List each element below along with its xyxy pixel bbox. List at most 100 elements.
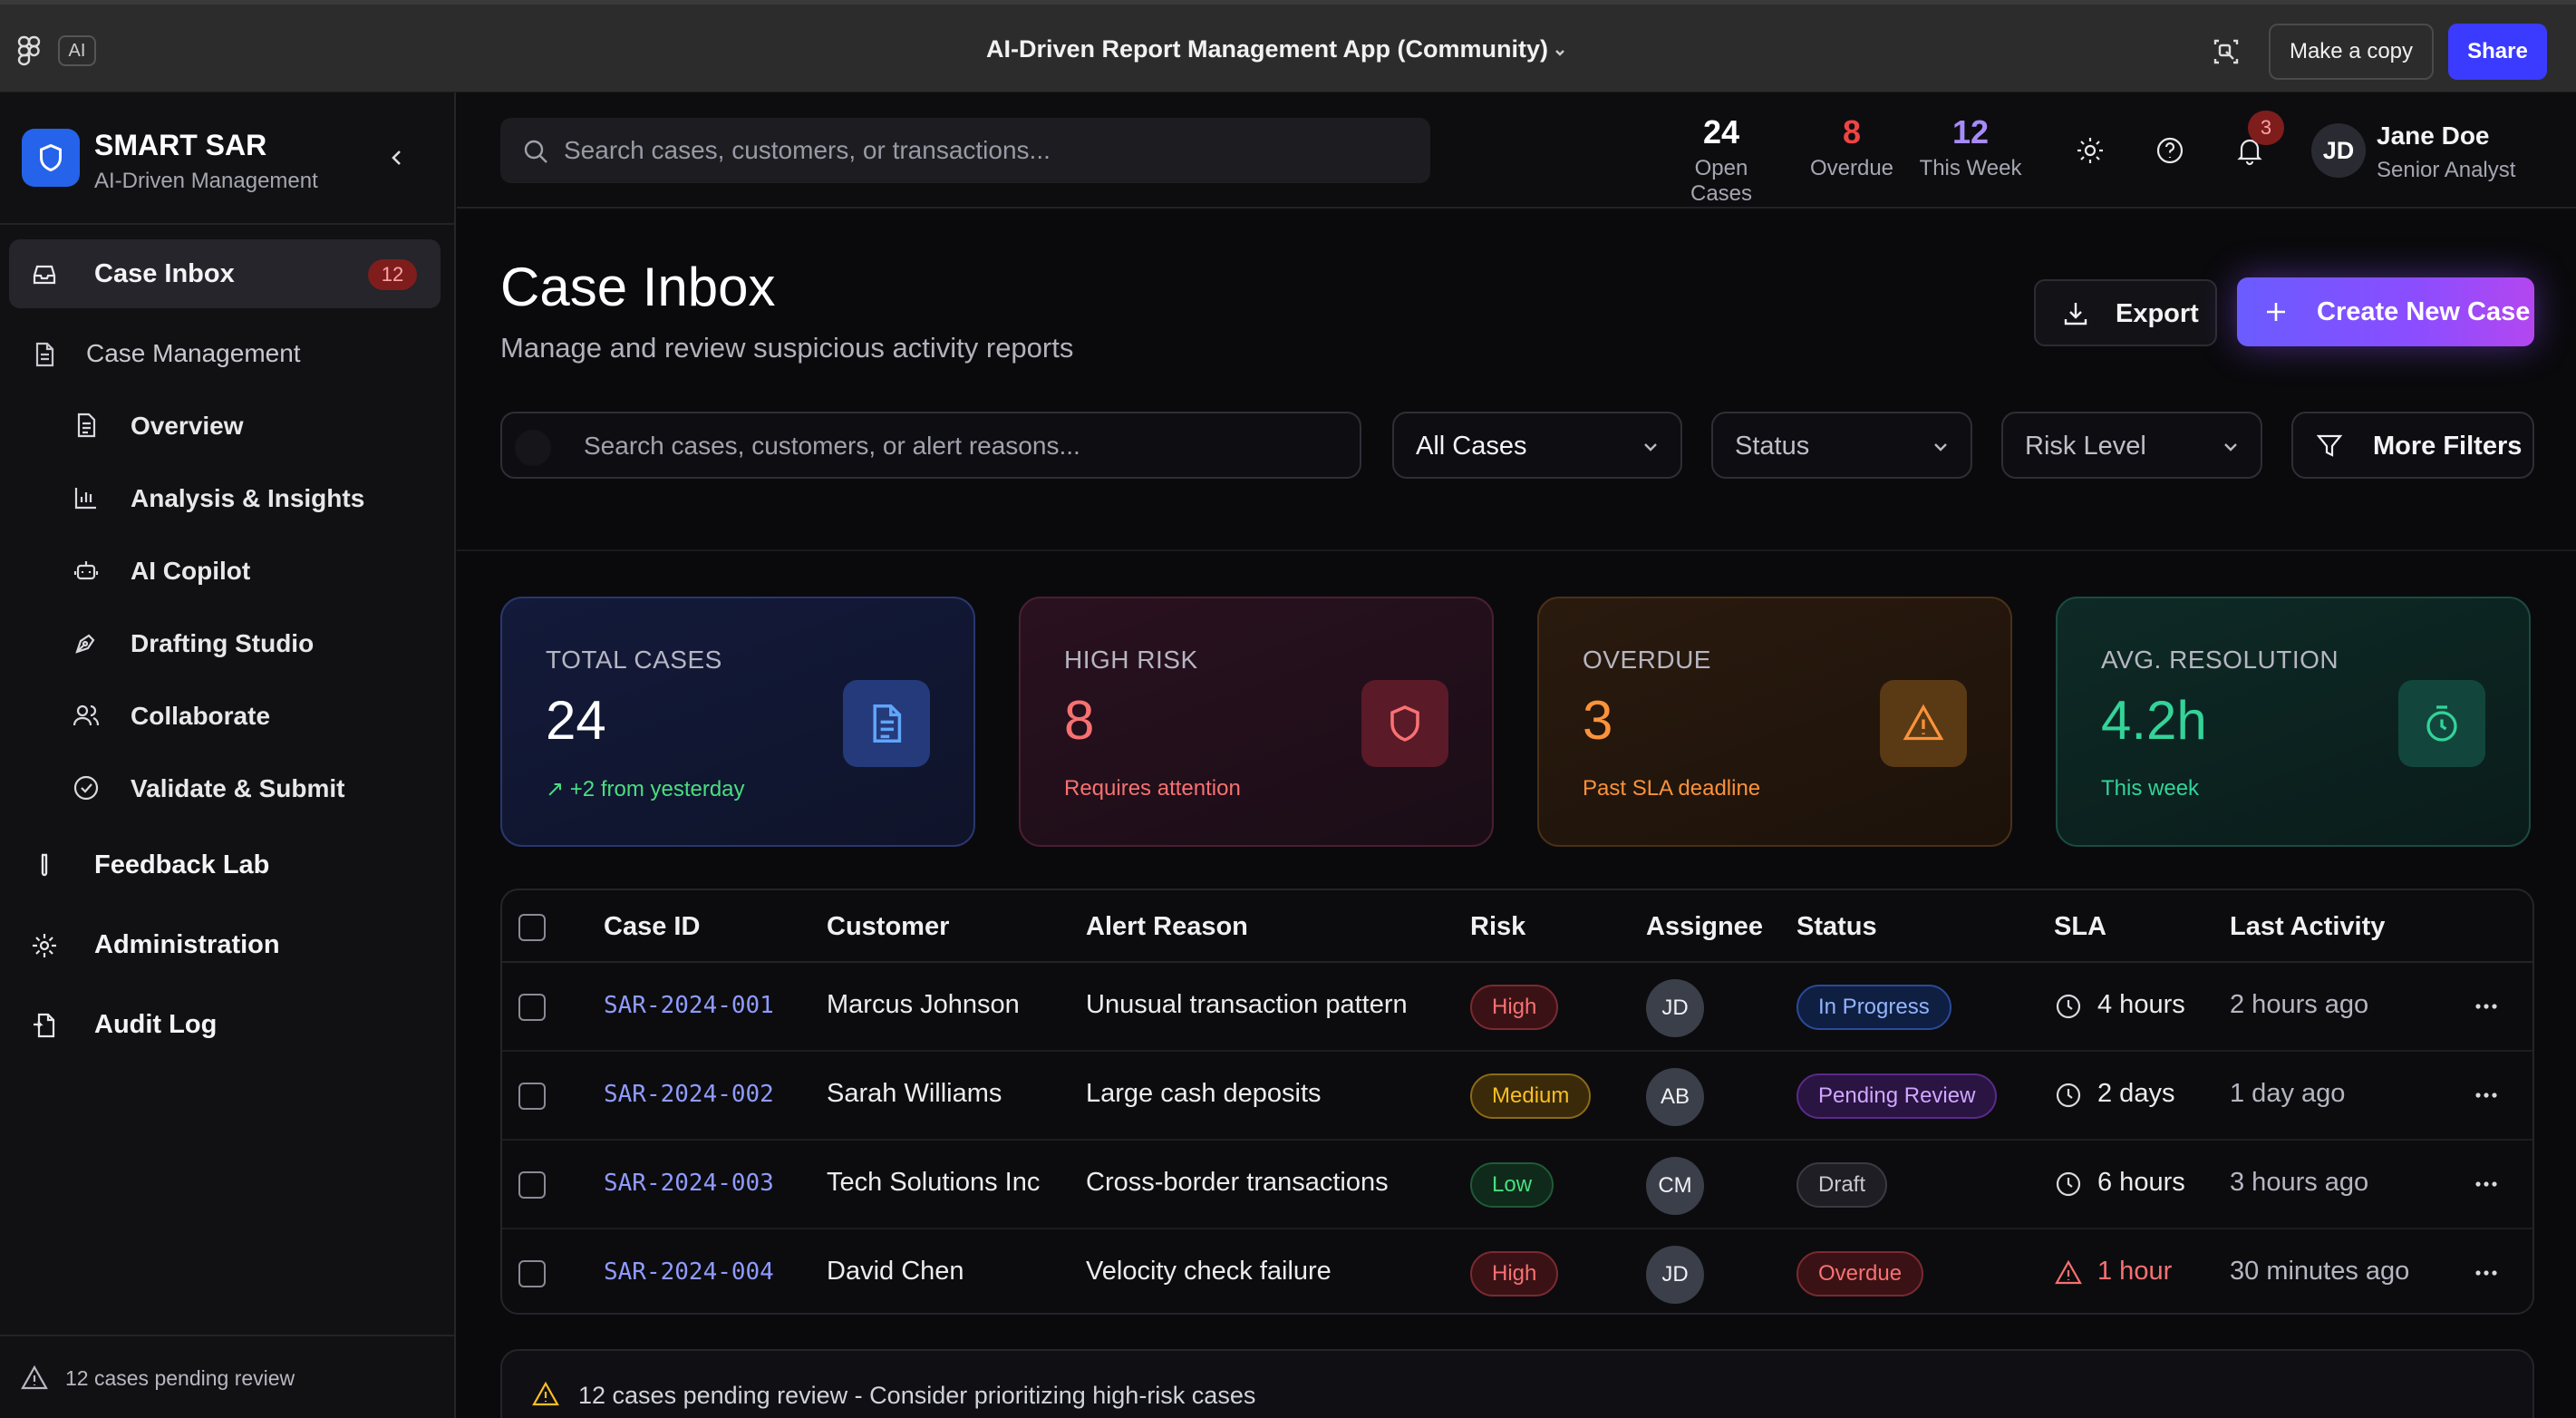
more-filters-button[interactable]: More Filters <box>2291 412 2534 479</box>
kpi-label: AVG. RESOLUTION <box>2101 646 2339 674</box>
kpi-label: HIGH RISK <box>1064 646 1198 674</box>
share-button[interactable]: Share <box>2448 24 2547 80</box>
case-id-link[interactable]: SAR-2024-004 <box>604 1258 774 1286</box>
sidebar-item-label: Overview <box>131 412 244 440</box>
sidebar-item-ai-copilot[interactable]: AI Copilot <box>54 539 435 602</box>
row-checkbox[interactable] <box>518 1083 546 1110</box>
case-id-link[interactable]: SAR-2024-003 <box>604 1170 774 1197</box>
col-status[interactable]: Status <box>1796 912 1877 942</box>
select-all-checkbox[interactable] <box>518 914 546 941</box>
case-id-link[interactable]: SAR-2024-001 <box>604 992 774 1019</box>
export-button[interactable]: Export <box>2034 279 2217 346</box>
customer-name: Marcus Johnson <box>827 990 1020 1019</box>
kpi-value: 8 <box>1064 690 1095 751</box>
table-row[interactable]: SAR-2024-003 Tech Solutions Inc Cross-bo… <box>502 1141 2532 1229</box>
risk-badge: Low <box>1470 1162 1554 1208</box>
table-row[interactable]: SAR-2024-004 David Chen Velocity check f… <box>502 1229 2532 1318</box>
make-copy-button[interactable]: Make a copy <box>2269 24 2434 80</box>
stat-label: Open Cases <box>1690 156 1753 206</box>
status-filter-select[interactable]: Status <box>1711 412 1972 479</box>
select-value: Risk Level <box>2025 432 2146 461</box>
create-new-case-button[interactable]: Create New Case <box>2237 277 2534 346</box>
sidebar-item-audit-log[interactable]: Audit Log <box>9 990 441 1059</box>
global-search[interactable] <box>500 118 1430 183</box>
row-checkbox[interactable] <box>518 1171 546 1199</box>
chevron-down-icon <box>1644 443 1657 452</box>
kpi-note-text: +2 from yesterday <box>569 777 745 801</box>
alert-reason: Velocity check failure <box>1086 1257 1332 1286</box>
sidebar-item-analysis[interactable]: Analysis & Insights <box>54 466 435 529</box>
document-icon <box>35 342 54 367</box>
user-name[interactable]: Jane Doe <box>2377 121 2490 151</box>
stat-this-week: 12 This Week <box>1916 114 2025 181</box>
sidebar-item-drafting-studio[interactable]: Drafting Studio <box>54 611 435 675</box>
file-log-icon <box>34 1013 55 1038</box>
sidebar-item-case-management[interactable]: Case Management <box>9 319 441 388</box>
warning-icon <box>1903 704 1944 741</box>
col-risk[interactable]: Risk <box>1470 912 1525 942</box>
select-value: All Cases <box>1416 432 1527 461</box>
sidebar-item-administration[interactable]: Administration <box>9 910 441 979</box>
test-tube-icon <box>41 853 48 877</box>
last-activity: 30 minutes ago <box>2230 1257 2410 1286</box>
shield-icon <box>40 143 62 172</box>
file-title[interactable]: AI-Driven Report Management App (Communi… <box>986 35 1548 63</box>
sla-value: 2 days <box>2097 1079 2175 1108</box>
avatar[interactable]: JD <box>2311 123 2366 178</box>
export-label: Export <box>2116 299 2199 328</box>
top-header: 24 Open Cases 8 Overdue 12 This Week 3 J… <box>457 92 2576 209</box>
sidebar-item-label: Audit Log <box>94 1010 218 1039</box>
kpi-overdue: OVERDUE 3 Past SLA deadline <box>1537 597 2012 847</box>
col-alert-reason[interactable]: Alert Reason <box>1086 912 1248 942</box>
col-sla[interactable]: SLA <box>2054 912 2106 942</box>
sidebar-item-case-inbox[interactable]: Case Inbox 12 <box>9 239 441 308</box>
case-search-input[interactable] <box>584 413 1345 479</box>
present-mode-icon[interactable] <box>2210 35 2242 68</box>
sun-icon[interactable] <box>2074 134 2106 167</box>
last-activity: 2 hours ago <box>2230 990 2369 1019</box>
case-search[interactable] <box>500 412 1361 479</box>
kpi-high-risk: HIGH RISK 8 Requires attention <box>1019 597 1494 847</box>
user-role: Senior Analyst <box>2377 158 2516 182</box>
sidebar-item-feedback-lab[interactable]: Feedback Lab <box>9 830 441 899</box>
col-last-activity[interactable]: Last Activity <box>2230 912 2385 942</box>
sidebar-item-validate-submit[interactable]: Validate & Submit <box>54 756 435 820</box>
table-row[interactable]: SAR-2024-002 Sarah Williams Large cash d… <box>502 1052 2532 1141</box>
last-activity: 3 hours ago <box>2230 1168 2369 1197</box>
more-options-icon[interactable] <box>2473 1177 2500 1191</box>
chevron-down-icon[interactable] <box>1552 44 1568 61</box>
figma-logo-icon[interactable] <box>16 35 42 68</box>
status-badge: In Progress <box>1796 985 1951 1030</box>
kpi-note: Requires attention <box>1064 776 1241 801</box>
kpi-value: 24 <box>546 690 606 751</box>
sidebar-item-collaborate[interactable]: Collaborate <box>54 684 435 747</box>
pen-icon <box>75 634 95 654</box>
collapse-sidebar-icon[interactable] <box>384 145 410 170</box>
alert-reason: Cross-border transactions <box>1086 1168 1389 1197</box>
case-id-link[interactable]: SAR-2024-002 <box>604 1081 774 1108</box>
kpi-value: 3 <box>1583 690 1613 751</box>
table-row[interactable]: SAR-2024-001 Marcus Johnson Unusual tran… <box>502 963 2532 1052</box>
more-options-icon[interactable] <box>2473 999 2500 1014</box>
sidebar-item-overview[interactable]: Overview <box>54 393 435 457</box>
col-customer[interactable]: Customer <box>827 912 949 942</box>
row-checkbox[interactable] <box>518 1260 546 1287</box>
col-assignee[interactable]: Assignee <box>1646 912 1763 942</box>
chevron-down-icon <box>1934 443 1947 452</box>
sla-value: 4 hours <box>2097 990 2185 1019</box>
more-filters-label: More Filters <box>2373 432 2523 461</box>
row-checkbox[interactable] <box>518 994 546 1021</box>
cases-filter-select[interactable]: All Cases <box>1392 412 1682 479</box>
more-options-icon[interactable] <box>2473 1266 2500 1280</box>
global-search-input[interactable] <box>564 118 1398 183</box>
more-options-icon[interactable] <box>2473 1088 2500 1102</box>
warning-icon <box>532 1381 559 1406</box>
help-icon[interactable] <box>2154 134 2186 167</box>
brand-subtitle: AI-Driven Management <box>94 169 318 193</box>
stat-label: This Week <box>1919 156 2022 180</box>
pending-review-text: 12 cases pending review <box>65 1366 295 1390</box>
ai-chip[interactable]: AI <box>58 35 96 66</box>
shield-icon <box>1390 705 1419 742</box>
risk-filter-select[interactable]: Risk Level <box>2001 412 2262 479</box>
col-case-id[interactable]: Case ID <box>604 912 700 942</box>
